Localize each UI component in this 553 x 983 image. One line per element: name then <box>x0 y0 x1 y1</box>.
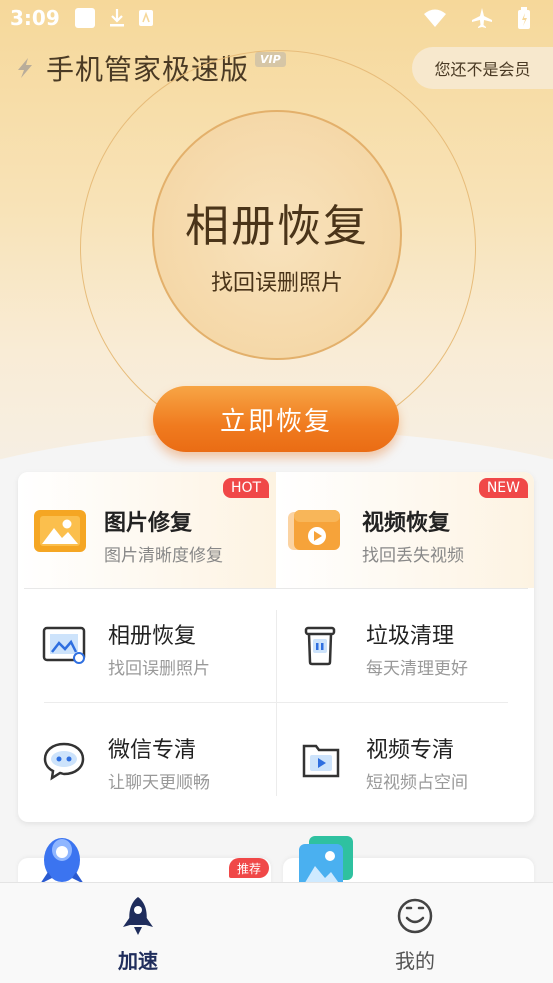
tool-video-clean[interactable]: 视频专清 短视频占空间 <box>276 712 516 812</box>
tool-subtitle: 每天清理更好 <box>366 659 468 679</box>
image-repair-icon <box>34 508 90 554</box>
feature-title: 视频恢复 <box>362 511 451 536</box>
nav-label: 加速 <box>118 949 158 973</box>
feature-image-repair[interactable]: 图片修复 图片清晰度修复 HOT <box>18 472 276 588</box>
feature-video-recover[interactable]: 视频恢复 找回丢失视频 NEW <box>276 472 534 588</box>
status-bar: 3:09 <box>0 0 553 36</box>
nav-label: 我的 <box>395 949 435 973</box>
chat-icon <box>42 738 88 782</box>
wifi-icon <box>423 8 447 28</box>
recommend-badge: 推荐 <box>228 858 269 878</box>
store-icon <box>138 9 154 27</box>
tool-subtitle: 让聊天更顺畅 <box>108 773 210 793</box>
video-folder-icon <box>300 738 346 782</box>
notification-square-icon <box>74 7 96 29</box>
bolt-icon <box>14 57 36 79</box>
feature-subtitle: 图片清晰度修复 <box>104 546 223 566</box>
member-status-button[interactable]: 您还不是会员 <box>412 47 553 89</box>
nav-tab-boost[interactable]: 加速 <box>0 883 276 983</box>
hero-title: 相册恢复 <box>185 201 369 252</box>
new-badge: NEW <box>478 478 528 498</box>
tool-title: 相册恢复 <box>108 624 197 649</box>
album-icon <box>42 624 88 668</box>
tool-subtitle: 短视频占空间 <box>366 773 468 793</box>
video-recover-icon <box>288 508 344 554</box>
feature-title: 图片修复 <box>104 511 193 536</box>
divider <box>24 588 528 589</box>
battery-icon <box>517 7 531 29</box>
tool-subtitle: 找回误删照片 <box>108 659 210 679</box>
tool-wechat-clean[interactable]: 微信专清 让聊天更顺畅 <box>18 712 258 812</box>
rocket-illustration-icon <box>34 832 90 888</box>
tool-title: 微信专清 <box>108 738 197 763</box>
hero-subtitle: 找回误删照片 <box>210 271 343 296</box>
download-icon <box>108 8 126 28</box>
feature-subtitle: 找回丢失视频 <box>362 546 464 566</box>
airplane-icon <box>471 7 493 29</box>
tools-card: 图片修复 图片清晰度修复 HOT 视频恢复 找回丢失视频 NEW 相册恢复 找回… <box>18 472 534 822</box>
tool-junk-clean[interactable]: 垃圾清理 每天清理更好 <box>276 598 516 698</box>
tool-album-recover[interactable]: 相册恢复 找回误删照片 <box>18 598 258 698</box>
smile-icon <box>395 895 435 937</box>
bottom-nav: 加速 我的 <box>0 882 553 983</box>
status-time: 3:09 <box>10 6 60 30</box>
trash-icon <box>300 624 346 668</box>
nav-tab-me[interactable]: 我的 <box>277 883 553 983</box>
hot-badge: HOT <box>223 478 270 498</box>
tool-title: 垃圾清理 <box>366 624 455 649</box>
rocket-icon <box>118 895 158 937</box>
recover-now-button[interactable]: 立即恢复 <box>153 386 399 452</box>
tool-title: 视频专清 <box>366 738 455 763</box>
